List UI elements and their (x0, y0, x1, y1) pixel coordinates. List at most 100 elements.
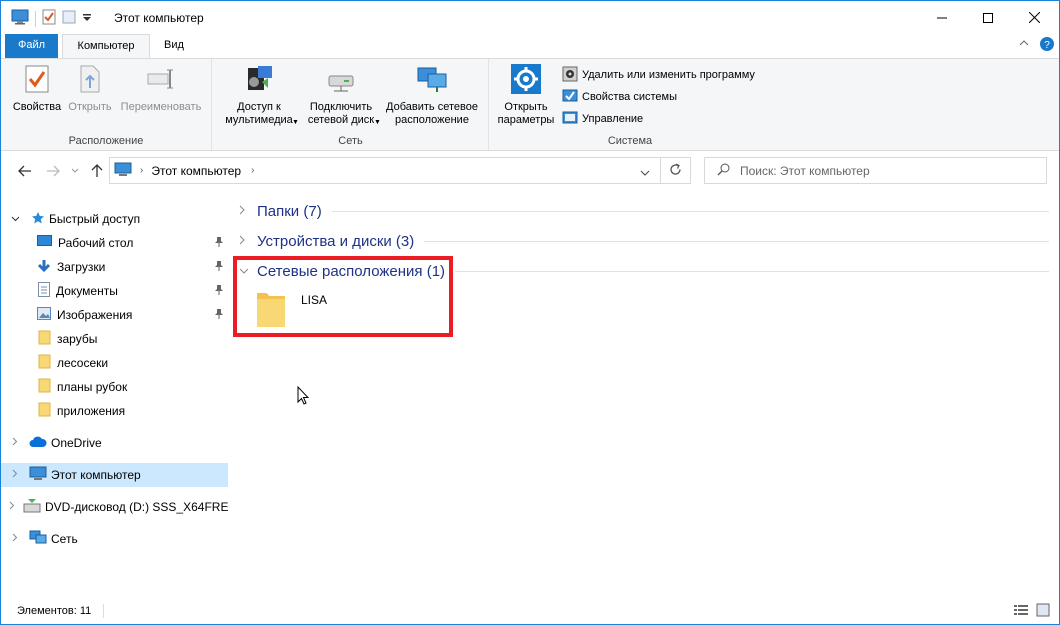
large-icons-view-icon[interactable] (1035, 603, 1051, 620)
uninstall-icon (562, 66, 578, 85)
nav-folder-zaruby[interactable]: зарубы (1, 327, 228, 351)
quick-access-toolbar (11, 9, 92, 28)
system-properties-icon (562, 88, 578, 107)
properties-button[interactable]: Свойства (11, 63, 63, 114)
uninstall-label: Удалить или изменить программу (582, 69, 755, 81)
add-location-label-2: расположение (395, 114, 469, 126)
nav-this-pc-label: Этот компьютер (51, 468, 141, 482)
search-box[interactable]: Поиск: Этот компьютер (704, 157, 1047, 184)
rename-button[interactable]: Переименовать (117, 63, 205, 114)
expand-chevron-icon[interactable] (9, 437, 21, 449)
recent-locations-chevron-icon[interactable] (67, 163, 83, 179)
manage-icon (562, 110, 578, 129)
map-drive-label-2: сетевой диск (307, 114, 375, 126)
breadcrumb-chevron-icon[interactable]: › (251, 165, 254, 176)
expand-chevron-icon[interactable] (9, 533, 21, 545)
map-drive-dropdown-icon: ▼ (374, 119, 381, 126)
window-title: Этот компьютер (114, 11, 204, 25)
pin-icon[interactable] (214, 308, 224, 323)
minimize-button[interactable] (919, 1, 965, 34)
media-dropdown-icon: ▼ (292, 119, 299, 126)
manage-button[interactable]: Управление (562, 109, 643, 129)
cloud-icon (29, 436, 47, 451)
maximize-button[interactable] (965, 1, 1011, 34)
rename-label: Переименовать (120, 101, 202, 113)
system-properties-label: Свойства системы (582, 91, 678, 103)
nav-downloads[interactable]: Загрузки (1, 255, 228, 279)
tab-computer[interactable]: Компьютер (62, 34, 150, 59)
collapse-ribbon-icon[interactable] (1019, 38, 1029, 50)
pin-icon[interactable] (214, 260, 224, 275)
content-pane: Папки (7) Устройства и диски (3) Сетевые… (231, 197, 1057, 597)
new-folder-qat-icon[interactable] (62, 9, 76, 28)
pictures-icon (37, 307, 51, 323)
media-label-1: Доступ к (237, 101, 281, 113)
pin-icon[interactable] (214, 236, 224, 251)
open-button[interactable]: Открыть (65, 63, 115, 114)
ribbon: Свойства Открыть Переименовать Расположе… (1, 58, 1059, 151)
open-label: Открыть (68, 101, 112, 113)
nav-desktop[interactable]: Рабочий стол (1, 231, 228, 255)
navigation-bar: › Этот компьютер › Поиск: Этот компьютер (1, 151, 1059, 191)
settings-label-1: Открыть (504, 101, 548, 113)
refresh-button[interactable] (661, 157, 691, 184)
open-settings-button[interactable]: Открыть параметры (494, 63, 558, 127)
nav-folder-lesoseki[interactable]: лесосеки (1, 351, 228, 375)
details-view-icon[interactable] (1013, 603, 1029, 620)
group-divider (424, 240, 1049, 242)
devices-group-header[interactable]: Устройства и диски (3) (239, 230, 1049, 252)
status-divider (103, 604, 105, 618)
media-access-button[interactable]: Доступ к мультимедиа (219, 63, 299, 127)
nav-onedrive[interactable]: OneDrive (1, 431, 228, 455)
nav-network[interactable]: Сеть (1, 527, 228, 551)
ribbon-group-network: Доступ к мультимедиа ▼ Подключить сетево… (213, 59, 489, 150)
status-bar: Элементов: 11 (1, 599, 1059, 623)
tab-view[interactable]: Вид (153, 34, 195, 58)
nav-network-label: Сеть (51, 532, 78, 546)
back-arrow-icon[interactable] (17, 163, 33, 179)
pin-icon[interactable] (214, 284, 224, 299)
properties-qat-icon[interactable] (42, 9, 56, 28)
qat-dropdown-icon[interactable] (82, 12, 92, 26)
expand-chevron-icon[interactable] (9, 501, 15, 513)
nav-documents-label: Документы (56, 284, 118, 298)
nav-pictures-label: Изображения (57, 308, 133, 322)
properties-label: Свойства (12, 101, 62, 113)
address-bar[interactable]: › Этот компьютер › (109, 157, 661, 184)
explorer-window: Этот компьютер Файл Компьютер Вид ? Свой… (0, 0, 1060, 625)
collapsed-chevron-icon (239, 205, 253, 218)
nav-folder-label: лесосеки (57, 356, 109, 370)
network-item-lisa[interactable]: LISA (255, 289, 327, 332)
tab-file[interactable]: Файл (5, 34, 58, 58)
system-properties-button[interactable]: Свойства системы (562, 87, 677, 107)
close-button[interactable] (1011, 1, 1057, 34)
up-arrow-icon[interactable] (89, 163, 105, 179)
address-dropdown-icon[interactable] (640, 166, 650, 180)
nav-pictures[interactable]: Изображения (1, 303, 228, 327)
expand-chevron-icon[interactable] (9, 469, 21, 481)
nav-quick-access[interactable]: Быстрый доступ (1, 207, 228, 231)
help-icon[interactable]: ? (1039, 36, 1055, 55)
nav-desktop-label: Рабочий стол (58, 236, 134, 250)
dvd-drive-icon (23, 498, 41, 516)
network-group-label: Сеть (338, 135, 363, 147)
map-drive-button[interactable]: Подключить сетевой диск (303, 63, 379, 127)
folder-icon (38, 354, 51, 372)
folder-icon (38, 330, 51, 348)
refresh-icon (669, 162, 682, 179)
forward-arrow-icon[interactable] (45, 163, 61, 179)
nav-documents[interactable]: Документы (1, 279, 228, 303)
nav-folder-plany-rubok[interactable]: планы рубок (1, 375, 228, 399)
nav-downloads-label: Загрузки (57, 260, 106, 274)
uninstall-program-button[interactable]: Удалить или изменить программу (562, 65, 755, 85)
navigation-pane: Быстрый доступ Рабочий стол Загрузки Док… (1, 197, 231, 597)
folders-group-header[interactable]: Папки (7) (239, 200, 1049, 222)
nav-folder-prilozheniya[interactable]: приложения (1, 399, 228, 423)
expand-chevron-icon[interactable] (9, 214, 21, 225)
add-network-location-button[interactable]: Добавить сетевое расположение (381, 63, 483, 127)
nav-this-pc[interactable]: Этот компьютер (1, 463, 228, 487)
nav-dvd-drive[interactable]: DVD-дисковод (D:) SSS_X64FRE_R (1, 495, 228, 519)
devices-group-label: Устройства и диски (3) (257, 232, 415, 250)
breadcrumb-this-pc[interactable]: Этот компьютер (151, 164, 241, 178)
open-icon (74, 63, 106, 95)
